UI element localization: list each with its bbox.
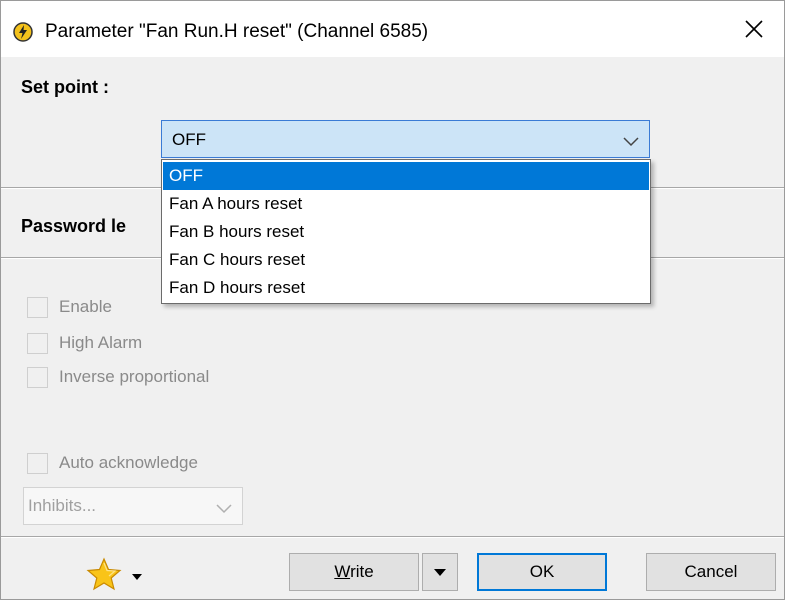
caret-down-icon — [434, 569, 446, 576]
ok-button[interactable]: OK — [477, 553, 607, 591]
password-level-label: Password le — [21, 216, 127, 236]
dropdown-option[interactable]: Fan C hours reset — [163, 246, 649, 274]
write-button[interactable]: Write — [289, 553, 419, 591]
close-icon — [745, 20, 763, 38]
caret-down-icon[interactable] — [132, 567, 142, 585]
write-label: rite — [350, 562, 374, 581]
enable-label: Enable — [59, 297, 112, 316]
inhibits-select[interactable]: Inhibits... — [23, 487, 243, 525]
setpoint-select[interactable]: OFF — [161, 120, 650, 158]
write-mnemonic: W — [334, 562, 351, 581]
window-title: Parameter "Fan Run.H reset" (Channel 658… — [45, 21, 429, 42]
lightning-icon — [13, 22, 33, 42]
parameter-dialog: Parameter "Fan Run.H reset" (Channel 658… — [0, 0, 785, 600]
inverse-proportional-checkbox[interactable] — [27, 367, 48, 388]
auto-acknowledge-checkbox[interactable] — [27, 453, 48, 474]
dropdown-option[interactable]: Fan B hours reset — [163, 218, 649, 246]
setpoint-label: Set point : — [21, 77, 109, 97]
inhibits-value: Inhibits... — [28, 496, 97, 515]
inverse-proportional-label: Inverse proportional — [59, 367, 210, 386]
star-icon[interactable] — [86, 557, 122, 596]
setpoint-dropdown-list: OFF Fan A hours reset Fan B hours reset … — [161, 159, 651, 304]
auto-acknowledge-label: Auto acknowledge — [59, 453, 198, 472]
footer-divider — [1, 536, 784, 538]
enable-checkbox[interactable] — [27, 297, 48, 318]
dropdown-option[interactable]: Fan A hours reset — [163, 190, 649, 218]
setpoint-value: OFF — [172, 130, 206, 149]
high-alarm-checkbox[interactable] — [27, 333, 48, 354]
chevron-down-icon — [216, 501, 232, 519]
dropdown-option[interactable]: Fan D hours reset — [163, 274, 649, 302]
write-options-button[interactable] — [422, 553, 458, 591]
title-bar: Parameter "Fan Run.H reset" (Channel 658… — [1, 1, 784, 57]
high-alarm-label: High Alarm — [59, 333, 143, 352]
chevron-down-icon — [623, 134, 639, 152]
cancel-button[interactable]: Cancel — [646, 553, 776, 591]
close-button[interactable] — [724, 1, 784, 57]
dropdown-option[interactable]: OFF — [163, 162, 649, 190]
